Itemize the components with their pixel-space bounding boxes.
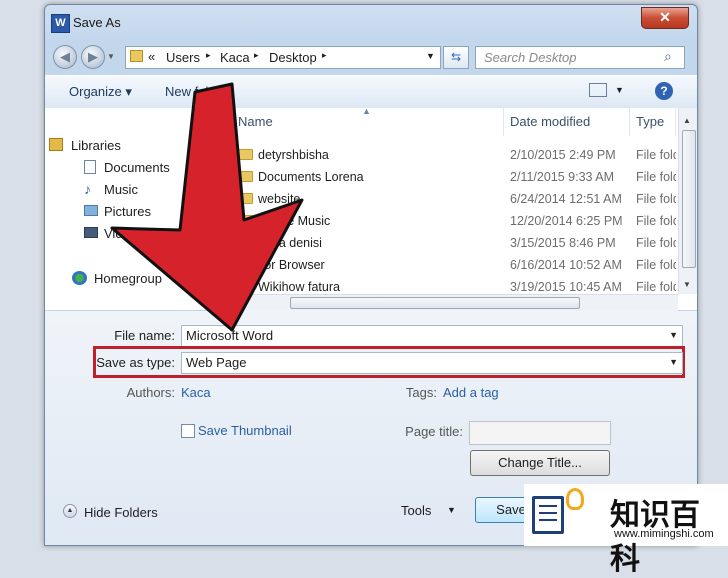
lightbulb-icon	[566, 488, 584, 510]
arrow-overlay	[110, 82, 304, 332]
watermark-url: www.mimingshi.com	[614, 528, 714, 540]
book-icon	[532, 496, 564, 534]
red-arrow-icon	[110, 82, 304, 332]
watermark: 知识百科 www.mimingshi.com	[524, 484, 728, 577]
